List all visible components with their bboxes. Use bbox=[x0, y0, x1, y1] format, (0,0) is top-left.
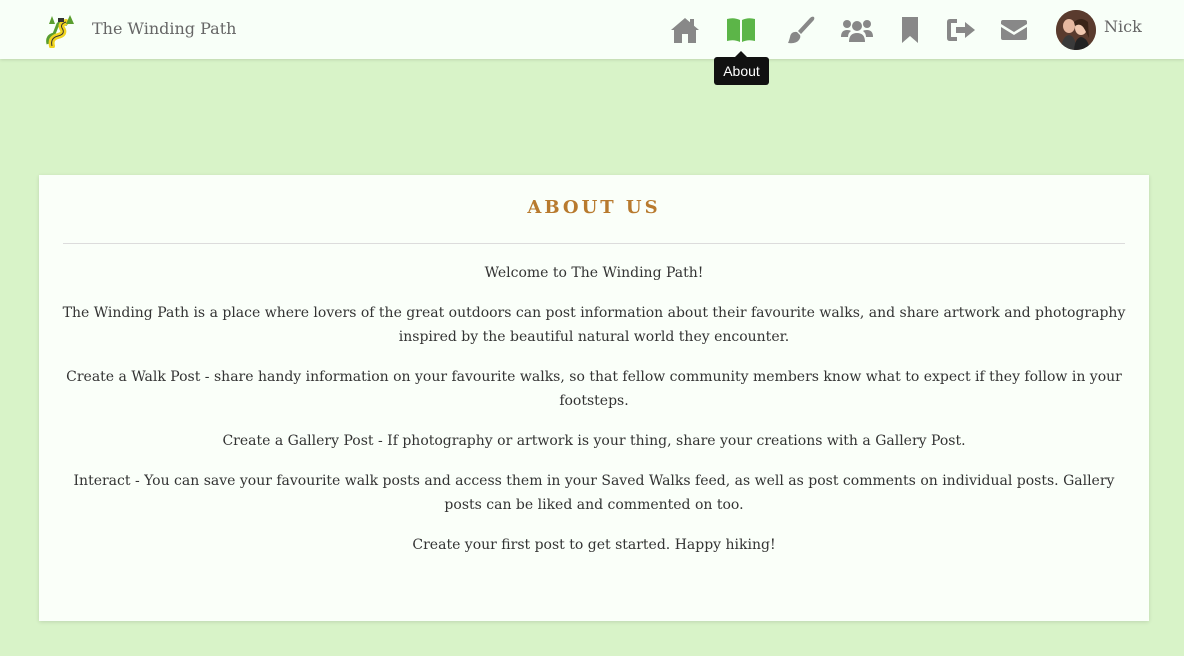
paragraph-get-started: Create your first post to get started. H… bbox=[412, 537, 776, 553]
avatar-photo bbox=[1056, 10, 1096, 50]
users-icon bbox=[841, 20, 873, 42]
paragraph-welcome: Welcome to The Winding Path! bbox=[484, 265, 704, 281]
book-open-icon bbox=[727, 18, 755, 42]
navbar: The Winding Path Nick bbox=[0, 0, 1184, 59]
bookmark-icon bbox=[902, 17, 918, 43]
nav-about[interactable] bbox=[724, 13, 758, 47]
logo-icon bbox=[46, 15, 74, 48]
username[interactable]: Nick bbox=[1104, 17, 1142, 36]
sign-out-icon bbox=[947, 19, 975, 41]
envelope-icon bbox=[1001, 20, 1027, 40]
home-icon bbox=[671, 18, 699, 43]
paintbrush-icon bbox=[788, 16, 815, 44]
paragraph-interact: Interact - You can save your favourite w… bbox=[73, 473, 1115, 513]
site-logo[interactable] bbox=[44, 14, 76, 48]
paragraph-walk-post: Create a Walk Post - share handy informa… bbox=[66, 369, 1122, 409]
user-avatar[interactable] bbox=[1056, 10, 1096, 50]
paragraph-intro: The Winding Path is a place where lovers… bbox=[62, 305, 1126, 345]
nav-gallery[interactable] bbox=[784, 13, 818, 47]
paragraph-gallery-post: Create a Gallery Post - If photography o… bbox=[222, 433, 966, 449]
nav-saved-walks[interactable] bbox=[893, 13, 927, 47]
nav-sign-out[interactable] bbox=[944, 13, 978, 47]
nav-contact[interactable] bbox=[997, 13, 1031, 47]
nav-home[interactable] bbox=[668, 13, 702, 47]
site-title[interactable]: The Winding Path bbox=[92, 19, 236, 38]
about-card: ABOUT US Welcome to The Winding Path! Th… bbox=[39, 175, 1149, 621]
nav-tooltip: About bbox=[714, 51, 769, 85]
nav-community[interactable] bbox=[840, 13, 874, 47]
divider bbox=[63, 243, 1125, 244]
page-title: ABOUT US bbox=[527, 197, 661, 218]
